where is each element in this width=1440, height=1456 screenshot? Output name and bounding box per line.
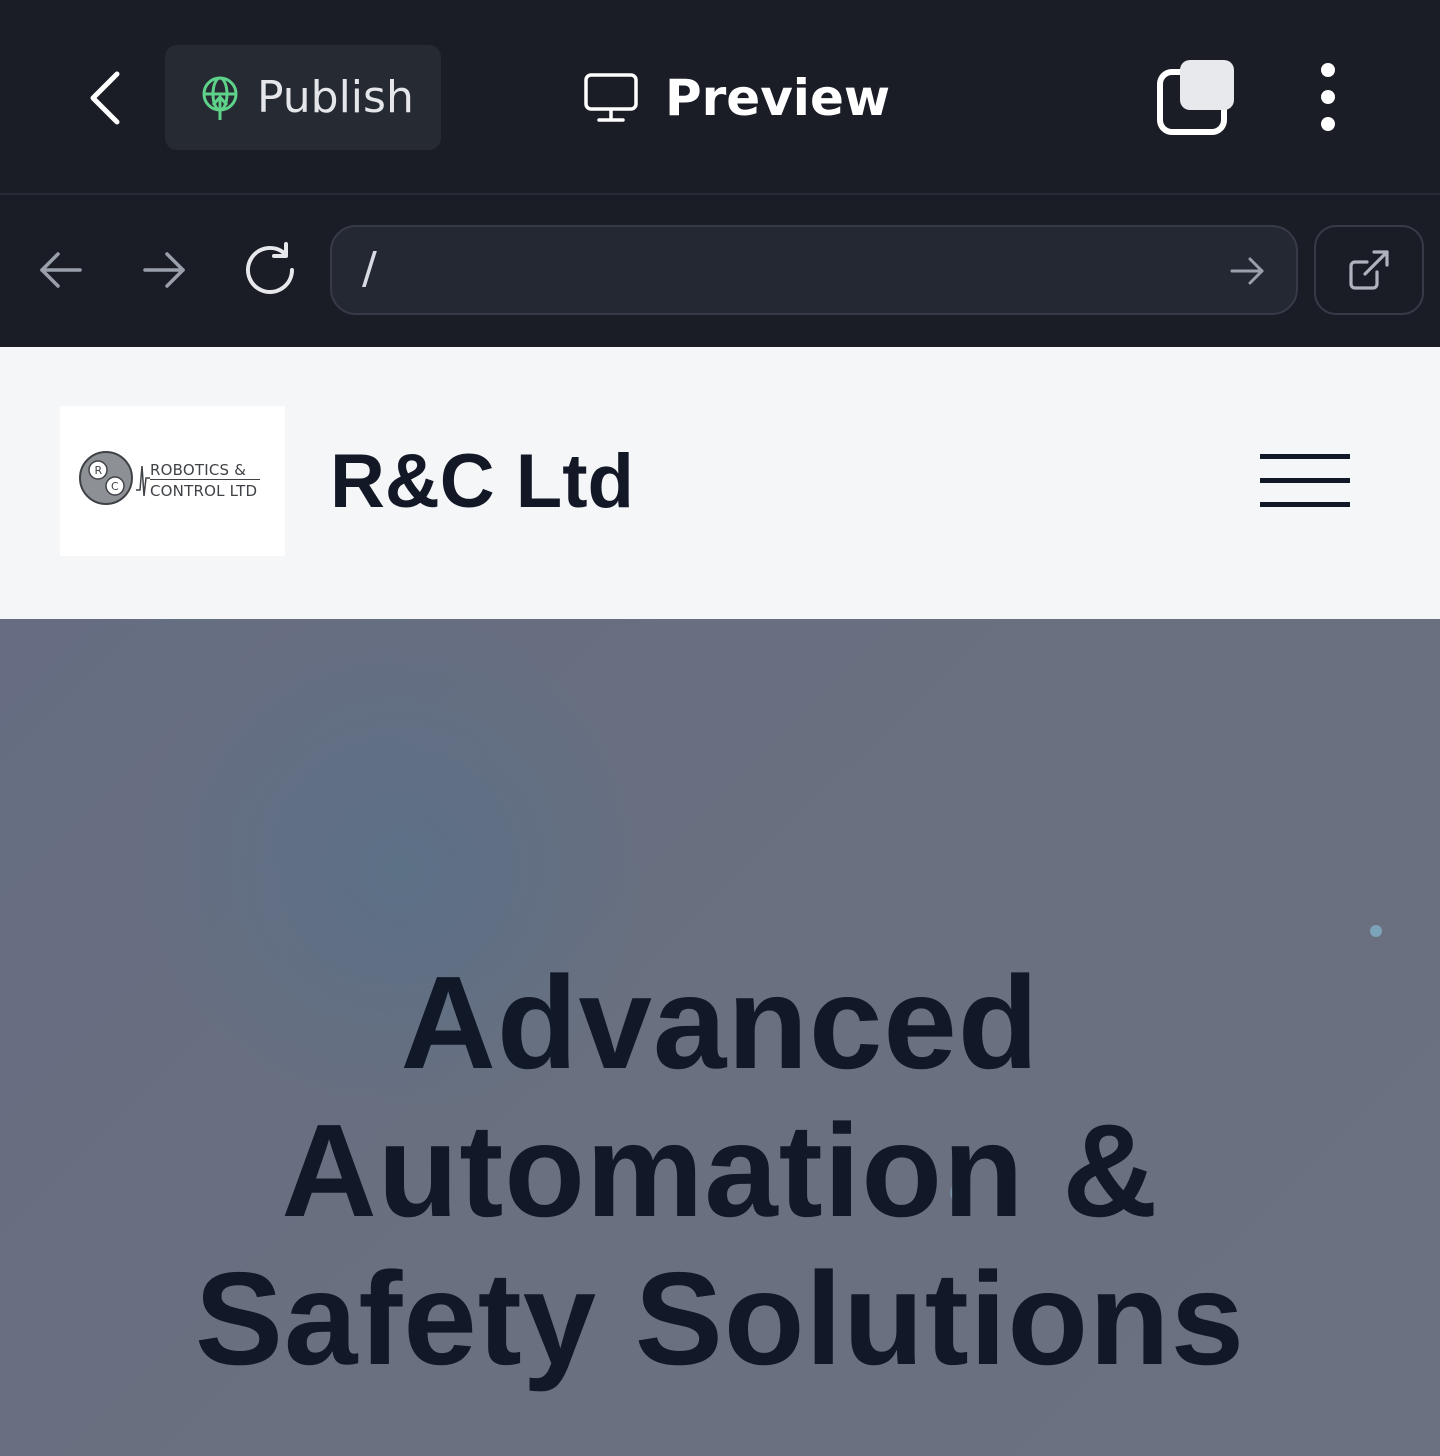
hamburger-bar [1260, 502, 1350, 507]
more-menu-button[interactable] [1300, 56, 1356, 140]
hero-section: Advanced Automation & Safety Solutions [0, 619, 1440, 1456]
tabs-icon [1157, 60, 1234, 135]
refresh-icon [246, 242, 294, 294]
hero-line-1: Advanced [400, 949, 1040, 1096]
svg-text:R: R [95, 464, 103, 477]
chevron-left-icon [90, 71, 120, 125]
preview-button[interactable]: Preview [583, 60, 890, 136]
url-input[interactable]: / [330, 225, 1298, 315]
hamburger-bar [1260, 454, 1350, 459]
logo-divider [150, 479, 260, 480]
arrow-left-icon [40, 252, 82, 288]
go-arrow-icon[interactable] [1226, 249, 1270, 293]
preview-label: Preview [665, 69, 891, 127]
nav-back-button[interactable] [30, 240, 90, 300]
url-text: / [362, 243, 377, 294]
hero-heading: Advanced Automation & Safety Solutions [0, 949, 1440, 1393]
publish-label: Publish [257, 72, 414, 123]
hamburger-menu-button[interactable] [1260, 454, 1350, 510]
site-header: R C ROBOTICS & CONTROL LTD R&C Ltd [0, 347, 1440, 619]
monitor-icon [584, 73, 638, 122]
gear-logo-icon: R C [79, 451, 150, 505]
more-vertical-icon [1321, 63, 1335, 131]
arrow-right-icon [143, 252, 185, 288]
logo-line-1: ROBOTICS & [150, 461, 247, 479]
editor-toolbar: Publish Preview [0, 0, 1440, 195]
site-logo[interactable]: R C ROBOTICS & CONTROL LTD [60, 406, 285, 556]
logo-line-2: CONTROL LTD [150, 482, 258, 500]
external-link-icon [1349, 250, 1389, 290]
tabs-button[interactable] [1152, 56, 1242, 140]
publish-button[interactable]: Publish [165, 45, 441, 150]
hamburger-bar [1260, 478, 1350, 483]
nav-forward-button[interactable] [135, 240, 195, 300]
svg-text:C: C [111, 480, 119, 493]
reload-button[interactable] [240, 240, 300, 300]
hero-line-2: Automation & [281, 1097, 1159, 1244]
back-button[interactable] [72, 60, 138, 136]
open-external-button[interactable] [1314, 225, 1424, 315]
site-title[interactable]: R&C Ltd [330, 437, 634, 527]
hero-line-3: Safety Solutions [194, 1245, 1246, 1392]
globe-upload-icon [202, 76, 238, 120]
decorative-particle [1370, 925, 1382, 937]
